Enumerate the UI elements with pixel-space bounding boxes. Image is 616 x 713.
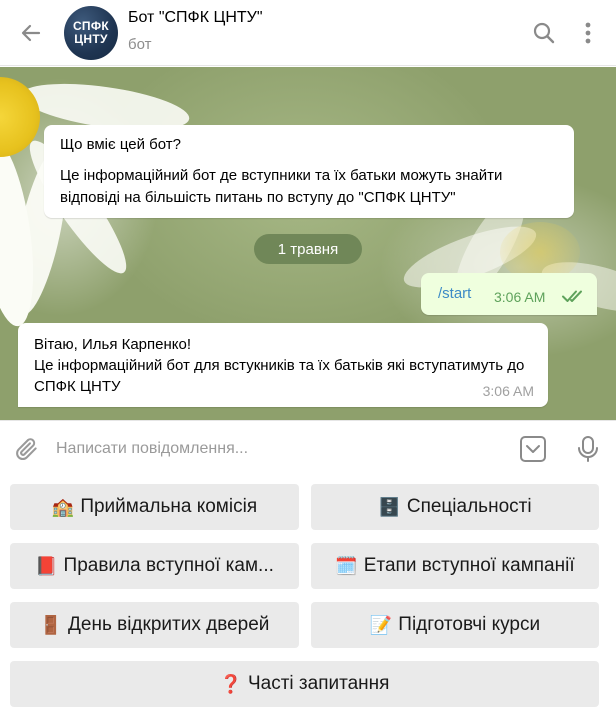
keyboard-toggle-button[interactable] xyxy=(518,434,548,464)
keyboard-button-label: Часті запитання xyxy=(247,673,390,694)
keyboard-button-label: Спеціальності xyxy=(406,496,532,517)
menu-button[interactable] xyxy=(574,17,602,49)
chat-header: СПФК ЦНТУ Бот "СПФК ЦНТУ" бот xyxy=(0,0,616,66)
message-time: 3:06 AM xyxy=(494,289,546,305)
keyboard-button-stages[interactable]: 🗓️ Етапи вступної кампанії xyxy=(311,543,599,589)
avatar[interactable]: СПФК ЦНТУ xyxy=(64,6,118,60)
message-input[interactable] xyxy=(56,433,496,465)
chat-subtitle: бот xyxy=(128,36,152,53)
bot-info-card: Що вміє цей бот? Це інформаційний бот де… xyxy=(44,125,574,218)
keyboard-button-label: Етапи вступної кампанії xyxy=(363,555,575,576)
message-time: 3:06 AM xyxy=(482,383,534,399)
bot-keyboard: 🏫 Приймальна комісія 🗄️ Спеціальності 📕 … xyxy=(0,478,616,713)
chat-title[interactable]: Бот "СПФК ЦНТУ" xyxy=(128,9,263,27)
date-separator: 1 травня xyxy=(254,234,362,264)
book-icon: 📕 xyxy=(35,555,58,576)
attach-button[interactable] xyxy=(12,434,42,464)
search-icon xyxy=(533,22,555,44)
bot-info-title: Що вміє цей бот? xyxy=(60,136,181,153)
keyboard-button-label: День відкритих дверей xyxy=(68,614,270,635)
keyboard-toggle-icon xyxy=(520,436,546,462)
file-cabinet-icon: 🗄️ xyxy=(378,496,401,517)
microphone-button[interactable] xyxy=(574,433,602,465)
paperclip-icon xyxy=(16,438,37,461)
keyboard-button-faq[interactable]: ❓ Часті запитання xyxy=(10,661,599,707)
keyboard-button-rules[interactable]: 📕 Правила вступної кам... xyxy=(10,543,299,589)
arrow-left-icon xyxy=(21,24,41,42)
double-check-icon xyxy=(562,290,582,302)
incoming-message[interactable]: Вітаю, Илья Карпенко! Це інформаційний б… xyxy=(18,323,548,407)
calendar-icon: 🗓️ xyxy=(335,555,358,576)
message-line: Це інформаційний бот для встукників та ї… xyxy=(34,357,525,395)
keyboard-button-specialties[interactable]: 🗄️ Спеціальності xyxy=(311,484,599,530)
back-button[interactable] xyxy=(14,16,48,50)
message-text[interactable]: /start xyxy=(438,285,471,302)
keyboard-button-label: Правила вступної кам... xyxy=(63,555,274,576)
chat-area[interactable]: Що вміє цей бот? Це інформаційний бот де… xyxy=(0,67,616,420)
avatar-line-2: ЦНТУ xyxy=(74,32,108,46)
outgoing-message[interactable]: /start 3:06 AM xyxy=(421,273,597,315)
school-icon: 🏫 xyxy=(51,496,75,517)
keyboard-button-label: Підготовчі курси xyxy=(398,614,541,635)
microphone-icon xyxy=(578,436,598,462)
keyboard-button-open-day[interactable]: 🚪 День відкритих дверей xyxy=(10,602,299,648)
bot-info-text: Це інформаційний бот де вступники та їх … xyxy=(60,167,503,206)
memo-icon: 📝 xyxy=(369,614,393,635)
message-line: Вітаю, Илья Карпенко! xyxy=(34,336,192,353)
question-mark-icon: ❓ xyxy=(219,673,242,694)
door-icon: 🚪 xyxy=(39,614,63,635)
message-input-bar xyxy=(0,420,616,478)
keyboard-button-prep-courses[interactable]: 📝 Підготовчі курси xyxy=(311,602,599,648)
search-button[interactable] xyxy=(528,17,560,49)
keyboard-button-admissions[interactable]: 🏫 Приймальна комісія xyxy=(10,484,299,530)
keyboard-button-label: Приймальна комісія xyxy=(80,496,258,517)
more-vertical-icon xyxy=(585,22,591,44)
